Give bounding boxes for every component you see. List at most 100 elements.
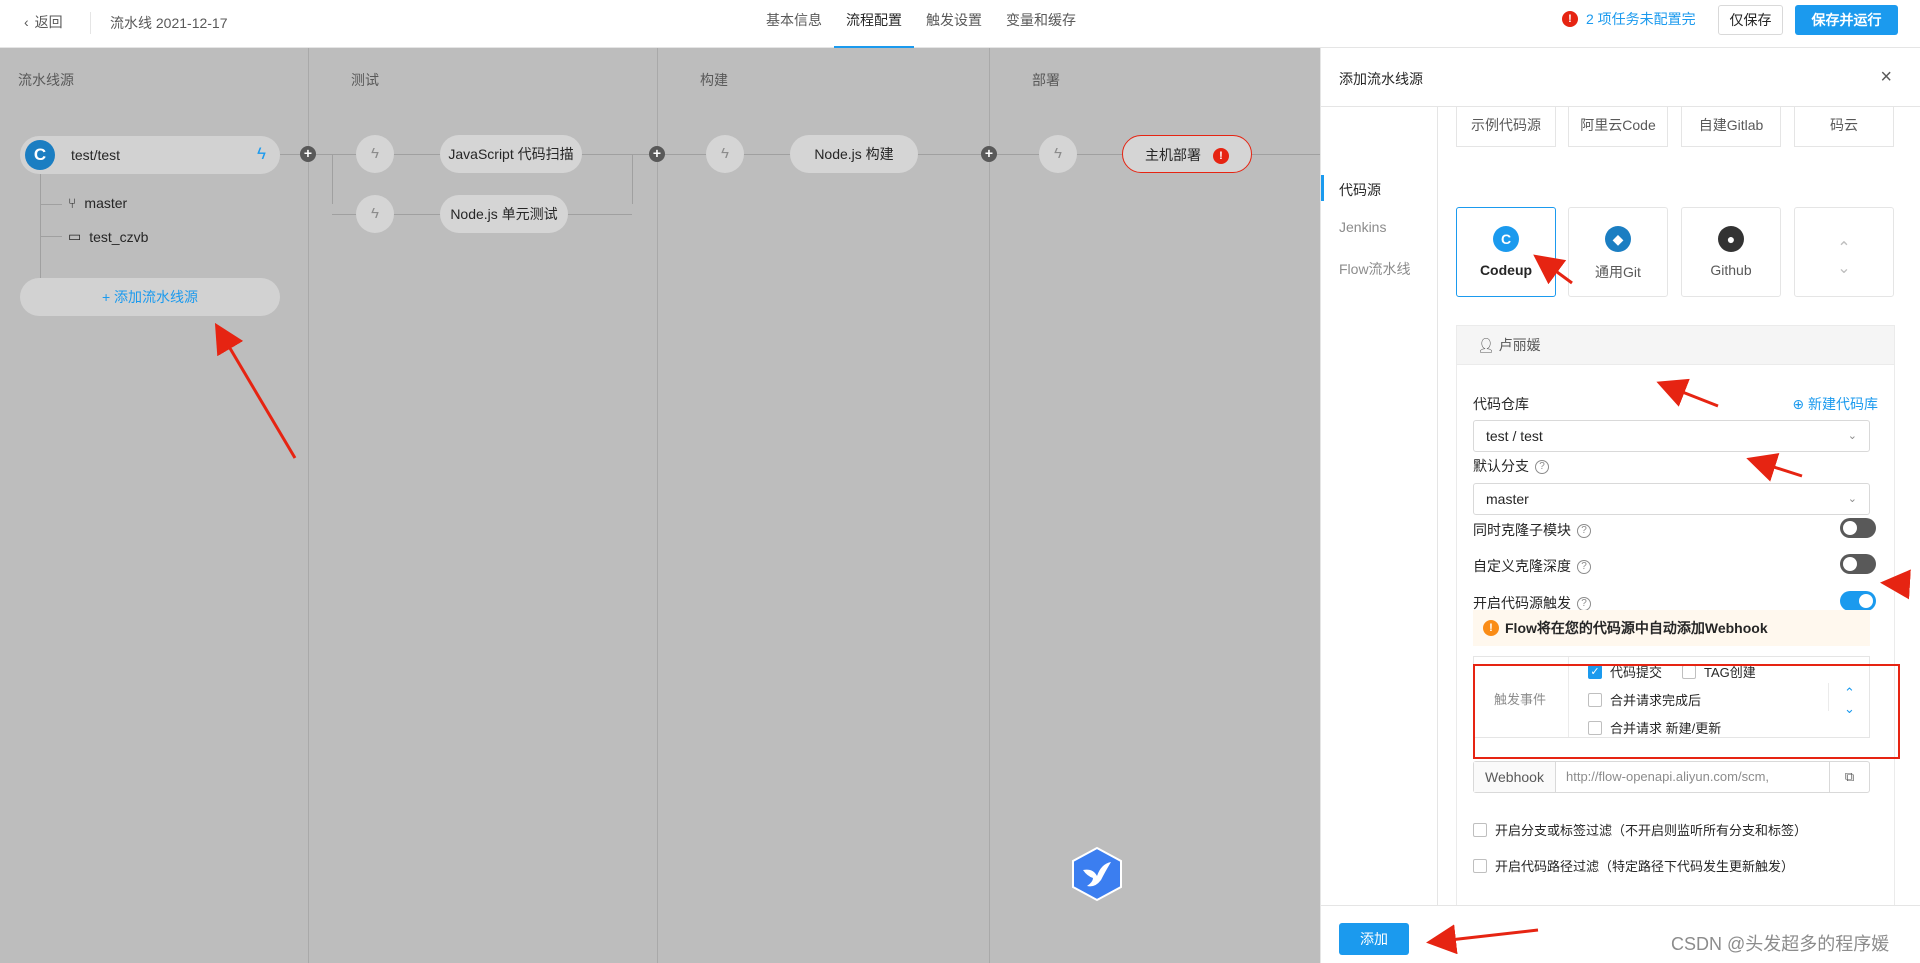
branch-item: ⑂ master xyxy=(68,195,127,211)
repo-label: 代码仓库 xyxy=(1473,396,1529,412)
watermark: CSDN @头发超多的程序媛 xyxy=(1671,934,1890,954)
webhook-url[interactable]: http://flow-openapi.aliyun.com/scm, xyxy=(1566,762,1816,792)
source-option-github[interactable]: ● Github xyxy=(1681,207,1781,297)
branch-filter-option[interactable]: 开启分支或标签过滤（不开启则监听所有分支和标签） xyxy=(1473,820,1807,839)
source-tab-aliyun[interactable]: 阿里云Code xyxy=(1568,107,1668,147)
trigger-bolt-icon[interactable]: ϟ xyxy=(356,195,394,233)
codeup-icon: C xyxy=(1493,226,1519,252)
stage-divider xyxy=(989,48,990,963)
branch-label: 默认分支? xyxy=(1473,456,1549,476)
expand-more-icon: ⌃ ⌄ xyxy=(1837,240,1851,277)
clone-submodule-text: 同时克隆子模块 xyxy=(1473,522,1571,538)
stage-title-deploy: 部署 xyxy=(1032,72,1060,88)
source-option-codeup[interactable]: C Codeup xyxy=(1456,207,1556,297)
branch-name: master xyxy=(84,195,128,211)
pipeline-name: 流水线 2021-12-17 xyxy=(110,15,228,31)
assistant-bird-icon[interactable] xyxy=(1071,846,1123,902)
add-stage-icon[interactable]: + xyxy=(300,146,316,162)
tab-flow-config[interactable]: 流程配置 xyxy=(834,0,914,48)
tree-connector xyxy=(40,204,62,205)
trigger-bolt-icon[interactable]: ϟ xyxy=(356,135,394,173)
source-tab-gitlab[interactable]: 自建Gitlab xyxy=(1681,107,1781,147)
clone-depth-text: 自定义克隆深度 xyxy=(1473,558,1571,574)
enable-trigger-text: 开启代码源触发 xyxy=(1473,595,1571,611)
source-form: 代码仓库 ⊕ 新建代码库 test / test ⌄ 默认分支? master … xyxy=(1456,365,1895,905)
help-icon[interactable]: ? xyxy=(1577,560,1591,575)
warning-icon: ! xyxy=(1483,620,1499,636)
tab-trigger-settings[interactable]: 触发设置 xyxy=(914,0,994,48)
enable-trigger-toggle[interactable] xyxy=(1840,591,1876,611)
warning-icon: ! xyxy=(1562,11,1578,27)
job-node-error[interactable]: 主机部署! xyxy=(1122,135,1252,173)
nav-jenkins[interactable]: Jenkins xyxy=(1339,219,1386,235)
clone-depth-toggle[interactable] xyxy=(1840,554,1876,574)
stage-title-test: 测试 xyxy=(351,72,379,88)
add-source-button[interactable]: + 添加流水线源 xyxy=(20,278,280,316)
add-button[interactable]: 添加 xyxy=(1339,923,1409,955)
source-type-nav: 代码源 Jenkins Flow流水线 xyxy=(1321,107,1438,905)
save-only-button[interactable]: 仅保存 xyxy=(1718,5,1783,35)
help-icon[interactable]: ? xyxy=(1535,460,1549,475)
source-tab-sample[interactable]: 示例代码源 xyxy=(1456,107,1556,147)
webhook-field: Webhook http://flow-openapi.aliyun.com/s… xyxy=(1473,761,1870,793)
flow-connector xyxy=(332,154,333,204)
user-bar: 👤︎ 卢丽媛 xyxy=(1456,325,1895,365)
save-and-run-button[interactable]: 保存并运行 xyxy=(1795,5,1898,35)
new-repo-label: 新建代码库 xyxy=(1808,396,1878,412)
back-button[interactable]: ‹ 返回 xyxy=(24,12,63,32)
new-repo-link[interactable]: ⊕ 新建代码库 xyxy=(1792,394,1878,414)
branch-select[interactable]: master ⌄ xyxy=(1473,483,1870,515)
job-node-label: 主机部署 xyxy=(1145,147,1201,163)
branch-filter-label: 开启分支或标签过滤（不开启则监听所有分支和标签） xyxy=(1495,823,1808,838)
back-label: 返回 xyxy=(34,14,63,30)
help-icon[interactable]: ? xyxy=(1577,524,1591,539)
add-stage-icon[interactable]: + xyxy=(649,146,665,162)
tab-basic-info[interactable]: 基本信息 xyxy=(754,0,834,48)
header-divider xyxy=(90,12,91,34)
stage-divider xyxy=(657,48,658,963)
error-icon: ! xyxy=(1213,148,1229,165)
copy-icon[interactable]: ⧉ xyxy=(1829,762,1869,792)
source-tab-gitee[interactable]: 码云 xyxy=(1794,107,1894,147)
source-option-label: Codeup xyxy=(1479,262,1533,278)
nav-flow-pipeline[interactable]: Flow流水线 xyxy=(1339,259,1411,279)
checkbox-icon[interactable] xyxy=(1473,858,1487,873)
chevron-down-icon: ⌄ xyxy=(1847,430,1857,442)
add-source-drawer: 添加流水线源 × 代码源 Jenkins Flow流水线 示例代码源 阿里云Co… xyxy=(1320,48,1920,963)
source-option-label: 通用Git xyxy=(1595,264,1641,280)
annotation-highlight-box xyxy=(1473,664,1900,759)
source-option-more[interactable]: ⌃ ⌄ xyxy=(1794,207,1894,297)
codeup-icon: C xyxy=(25,140,55,170)
trigger-bolt-icon[interactable]: ϟ xyxy=(1039,135,1077,173)
webhook-label: Webhook xyxy=(1474,762,1556,792)
path-filter-option[interactable]: 开启代码路径过滤（特定路径下代码发生更新触发） xyxy=(1473,856,1794,875)
trigger-bolt-icon[interactable]: ϟ xyxy=(706,135,744,173)
clone-submodule-toggle[interactable] xyxy=(1840,518,1876,538)
job-node[interactable]: Node.js 构建 xyxy=(790,135,918,173)
plus-circle-icon: ⊕ xyxy=(1792,396,1808,412)
trigger-bolt-icon[interactable]: ϟ xyxy=(257,144,266,164)
job-node[interactable]: JavaScript 代码扫描 xyxy=(440,135,582,173)
branch-label-text: 默认分支 xyxy=(1473,458,1529,474)
checkbox-icon[interactable] xyxy=(1473,822,1487,837)
nav-code-source[interactable]: 代码源 xyxy=(1339,180,1381,200)
tree-connector xyxy=(40,236,62,237)
stage-title-build: 构建 xyxy=(700,72,728,88)
source-option-label: Github xyxy=(1710,262,1752,278)
flow-connector xyxy=(632,154,633,204)
source-option-git[interactable]: ◆ 通用Git xyxy=(1568,207,1668,297)
unconfigured-warning[interactable]: ! 2 项任务未配置完 xyxy=(1562,9,1696,29)
source-card[interactable]: C test/test ϟ xyxy=(20,136,280,174)
drawer-content: 示例代码源 阿里云Code 自建Gitlab 码云 C Codeup ◆ 通用G… xyxy=(1438,107,1920,905)
clone-submodule-label: 同时克隆子模块? xyxy=(1473,520,1591,540)
add-stage-icon[interactable]: + xyxy=(981,146,997,162)
pipeline-canvas: 流水线源 测试 构建 部署 C test/test ϟ ⑂ master ▭ t… xyxy=(0,48,1320,963)
tab-variables-cache[interactable]: 变量和缓存 xyxy=(994,0,1088,48)
path-filter-label: 开启代码路径过滤（特定路径下代码发生更新触发） xyxy=(1495,859,1795,874)
git-icon: ◆ xyxy=(1605,226,1631,252)
job-node[interactable]: Node.js 单元测试 xyxy=(440,195,568,233)
tree-connector xyxy=(40,174,41,284)
close-icon[interactable]: × xyxy=(1880,66,1892,89)
notice-text: Flow将在您的代码源中自动添加Webhook xyxy=(1505,620,1768,636)
repo-select[interactable]: test / test ⌄ xyxy=(1473,420,1870,452)
